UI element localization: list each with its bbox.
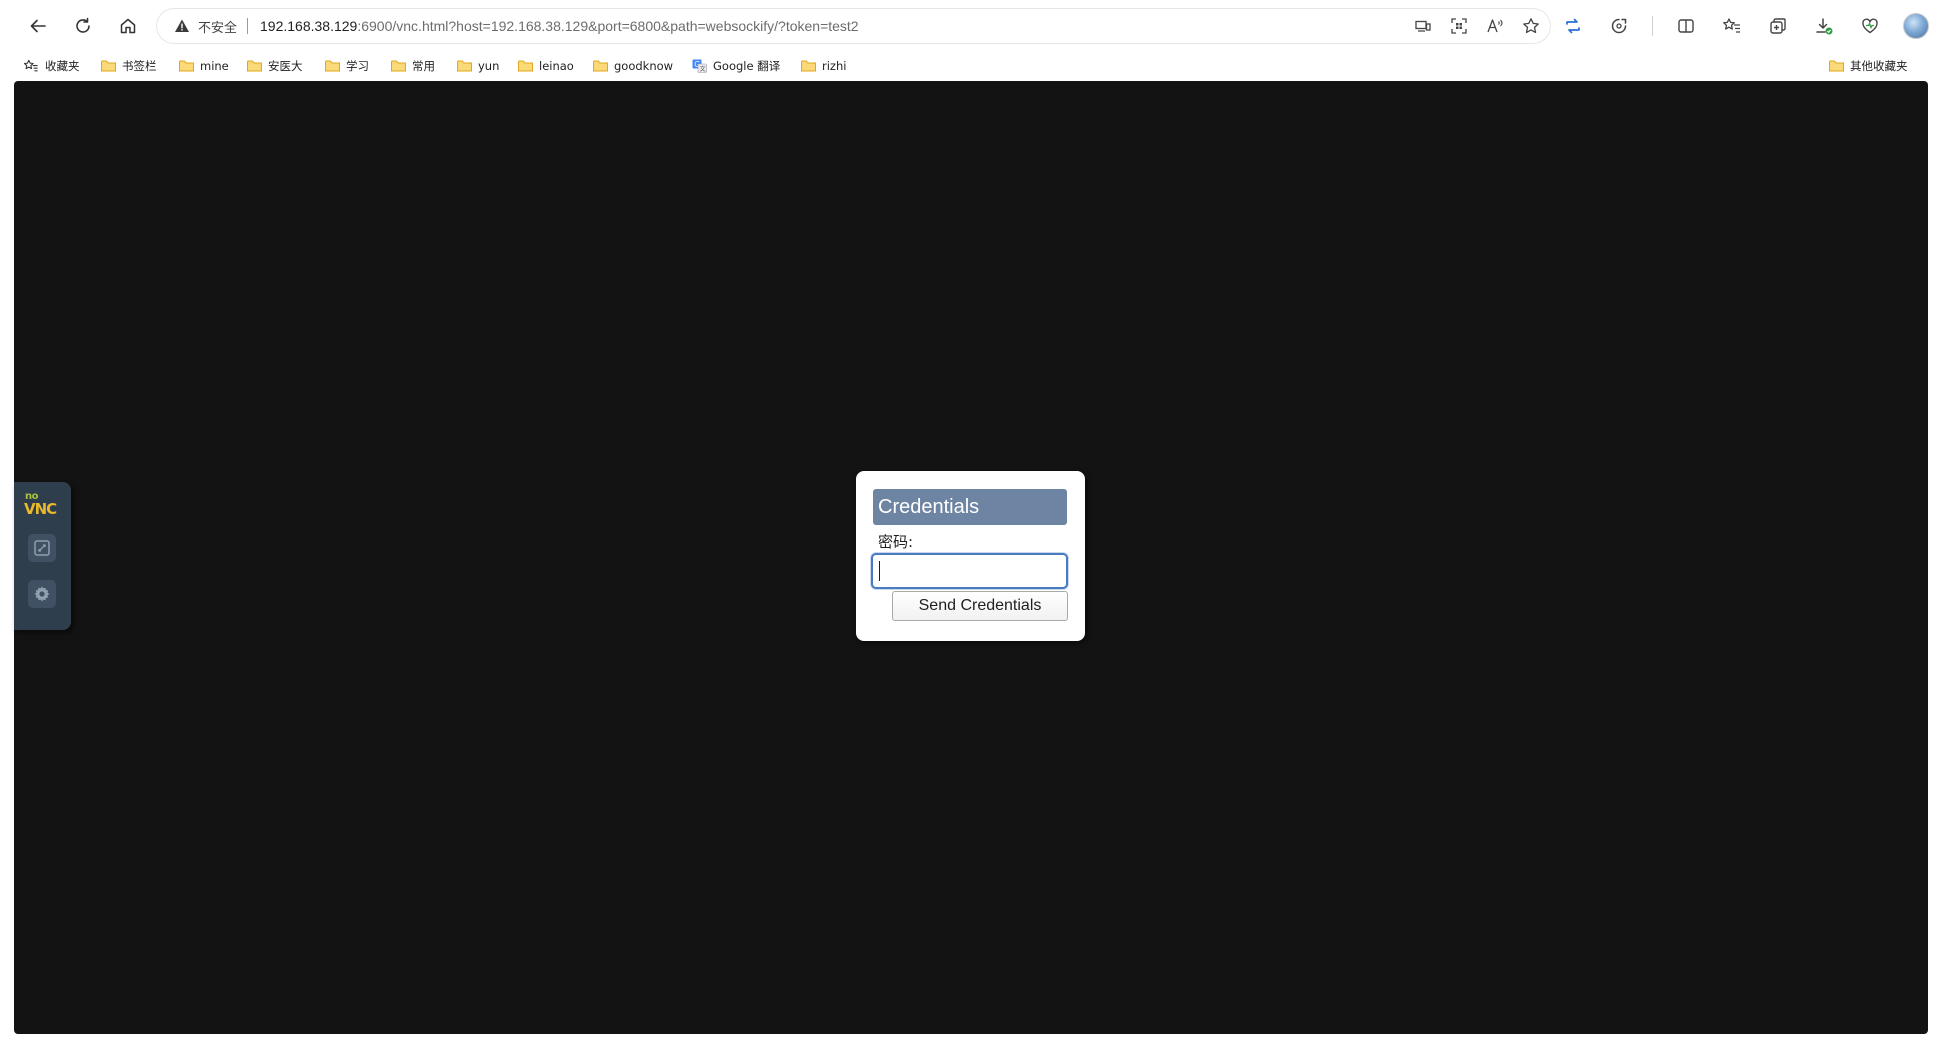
logo-vnc: VNC — [24, 500, 57, 518]
folder-icon — [247, 60, 262, 72]
folder-icon — [457, 60, 472, 72]
security-label[interactable]: 不安全 — [198, 17, 237, 36]
bookmark-label: 学习 — [346, 59, 369, 73]
vnc-control-bar: no VNC — [14, 482, 71, 630]
toolbar-divider — [1652, 16, 1653, 36]
heart-icon[interactable] — [1857, 13, 1883, 39]
folder-icon — [391, 60, 406, 72]
browser-toolbar: 不安全 192.168.38.129:6900/vnc.html?host=19… — [0, 0, 1941, 52]
google-translate-icon: G文 — [692, 59, 707, 73]
bookmark-folder[interactable]: 学习 — [325, 56, 369, 76]
sync-icon[interactable] — [1560, 13, 1586, 39]
bookmark-other-favorites[interactable]: 其他收藏夹 — [1829, 56, 1908, 76]
folder-icon — [1829, 60, 1844, 72]
bookmark-label: yun — [478, 59, 500, 73]
folder-icon — [518, 60, 533, 72]
password-label: 密码: — [878, 533, 914, 551]
bookmark-folder[interactable]: goodknow — [593, 56, 673, 76]
bookmark-google-translate[interactable]: G文 Google 翻译 — [692, 56, 780, 76]
read-aloud-icon[interactable] — [1486, 17, 1504, 35]
bookmark-label: 书签栏 — [122, 59, 157, 73]
devices-icon[interactable] — [1414, 17, 1432, 35]
dialog-title: Credentials — [873, 489, 1067, 525]
credentials-dialog: Credentials 密码: Send Credentials — [856, 471, 1085, 641]
folder-icon — [325, 60, 340, 72]
novnc-logo: no VNC — [23, 491, 61, 520]
bookmark-label: goodknow — [614, 59, 674, 73]
bookmark-label: 常用 — [412, 59, 435, 73]
bookmark-folder[interactable]: 书签栏 — [101, 56, 157, 76]
bookmark-label: Google 翻译 — [713, 59, 781, 73]
folder-icon — [801, 60, 816, 72]
url-path: :6900/vnc.html?host=192.168.38.129&port=… — [357, 18, 859, 34]
qr-icon[interactable] — [1450, 17, 1468, 35]
bookmark-folder[interactable]: rizhi — [801, 56, 846, 76]
avatar[interactable] — [1903, 13, 1929, 39]
back-icon[interactable] — [22, 10, 54, 42]
bookmark-folder[interactable]: leinao — [518, 56, 574, 76]
bookmark-folder[interactable]: yun — [457, 56, 499, 76]
settings-icon[interactable] — [28, 580, 56, 608]
collections-icon[interactable] — [1765, 13, 1791, 39]
password-input[interactable] — [871, 553, 1068, 589]
folder-icon — [179, 60, 194, 72]
star-icon[interactable] — [1522, 17, 1540, 35]
bookmark-label: 收藏夹 — [45, 59, 80, 73]
text-caret — [879, 561, 880, 581]
bookmark-label: rizhi — [822, 59, 847, 73]
svg-text:文: 文 — [700, 65, 706, 73]
bookmark-folder[interactable]: 安医大 — [247, 56, 303, 76]
bookmark-folder[interactable]: 常用 — [391, 56, 435, 76]
warning-icon[interactable] — [174, 18, 190, 34]
fullscreen-icon[interactable] — [28, 534, 56, 562]
bookmark-folder[interactable]: mine — [179, 56, 229, 76]
favorites-star-icon — [23, 59, 38, 72]
folder-icon — [593, 60, 608, 72]
send-credentials-button[interactable]: Send Credentials — [892, 591, 1068, 621]
profile-icon[interactable] — [1903, 13, 1929, 39]
address-divider — [247, 18, 249, 34]
home-icon[interactable] — [112, 10, 144, 42]
split-screen-icon[interactable] — [1673, 13, 1699, 39]
vnc-screen[interactable]: no VNC Credentials 密码: Send Credentials — [14, 81, 1928, 1034]
browser-actions — [1560, 10, 1929, 42]
url-host: 192.168.38.129 — [260, 18, 358, 34]
downloads-icon[interactable] — [1811, 13, 1837, 39]
bookmark-label: 安医大 — [268, 59, 303, 73]
bookmarks-bar: 收藏夹 书签栏 mine 安医大 学习 常用 yun leinao goodkn… — [0, 52, 1941, 80]
address-bar-actions — [1414, 9, 1540, 43]
bookmark-label: 其他收藏夹 — [1850, 59, 1908, 73]
bookmark-label: mine — [200, 59, 229, 73]
extensions-icon[interactable] — [1606, 13, 1632, 39]
bookmark-favorites[interactable]: 收藏夹 — [23, 56, 80, 76]
address-bar[interactable]: 不安全 192.168.38.129:6900/vnc.html?host=19… — [157, 9, 1550, 43]
folder-icon — [101, 60, 116, 72]
favorites-icon[interactable] — [1719, 13, 1745, 39]
refresh-icon[interactable] — [67, 10, 99, 42]
bookmark-label: leinao — [539, 59, 574, 73]
